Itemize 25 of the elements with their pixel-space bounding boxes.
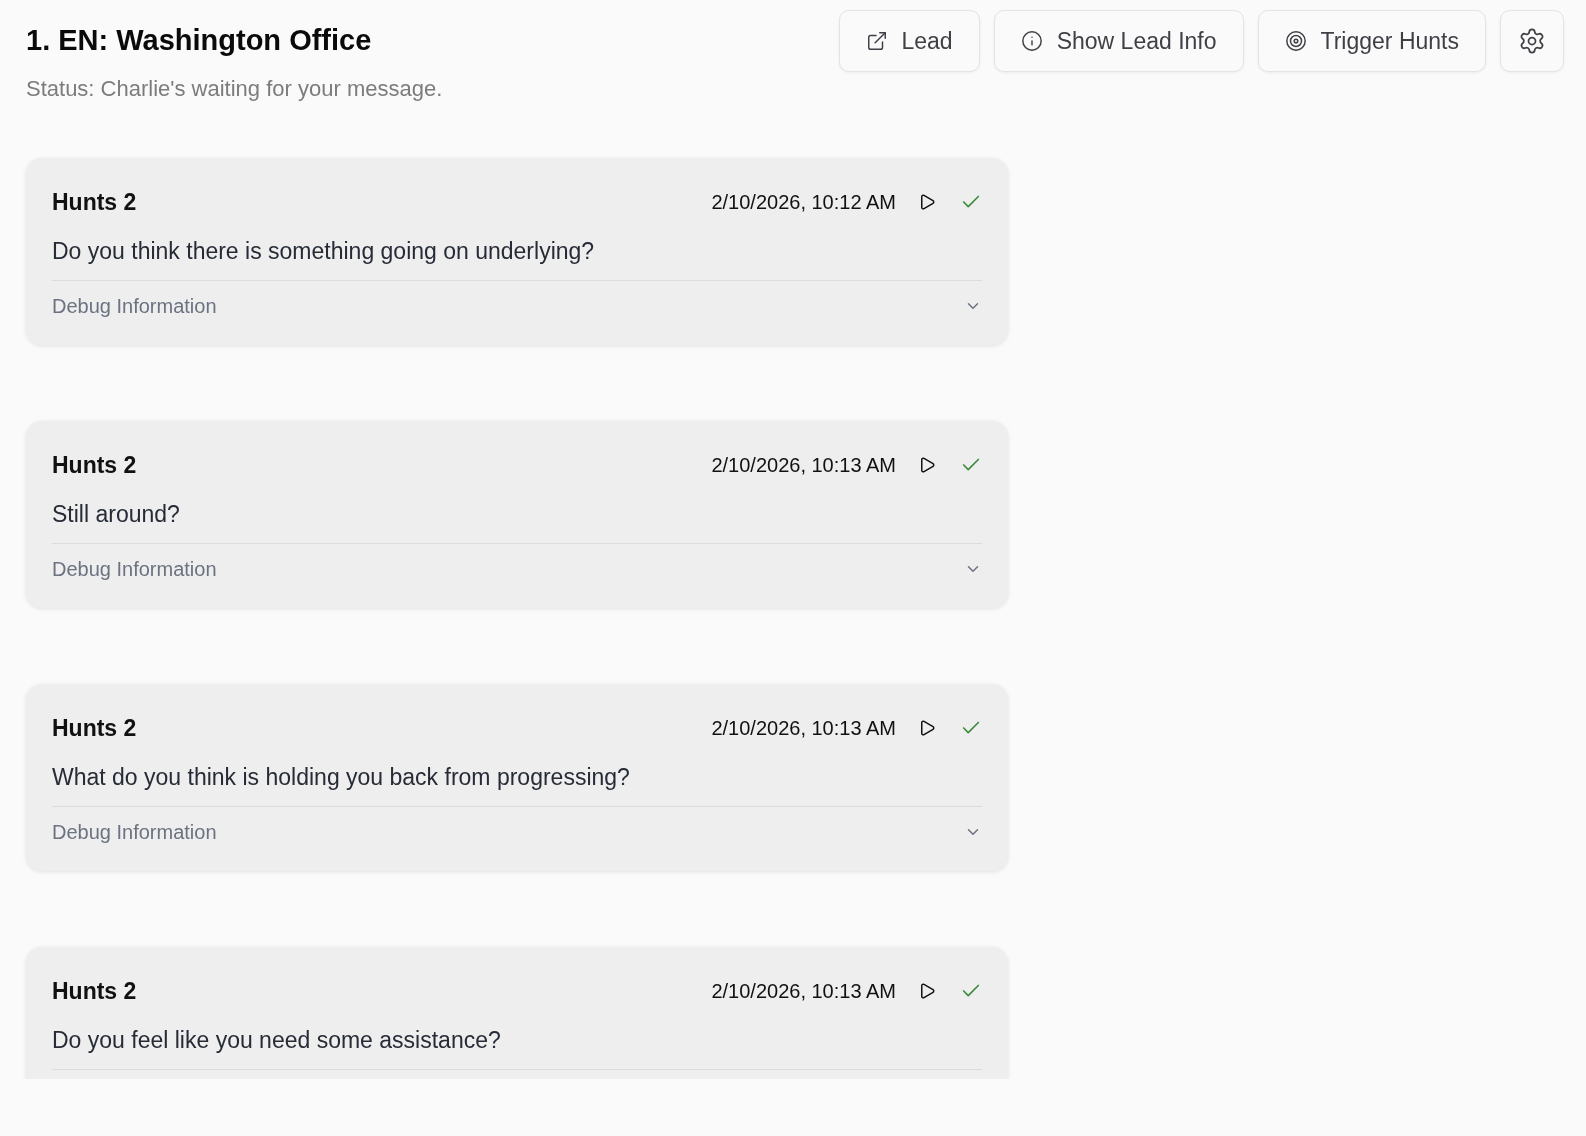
sender-name: Hunts 2 bbox=[52, 188, 137, 216]
message-text: What do you think is holding you back from progressing? bbox=[52, 763, 631, 792]
debug-information-toggle[interactable]: Debug Information bbox=[52, 281, 982, 331]
message-timestamp: 2/10/2026, 10:13 AM bbox=[711, 453, 896, 478]
trigger-hunts-button[interactable]: Trigger Hunts bbox=[1257, 10, 1486, 72]
debug-information-toggle[interactable]: Debug Information bbox=[52, 544, 982, 594]
external-link-icon bbox=[865, 30, 888, 52]
info-icon bbox=[1020, 30, 1043, 52]
message-timestamp: 2/10/2026, 10:12 AM bbox=[711, 190, 896, 215]
debug-information-toggle[interactable]: Debug Information bbox=[52, 807, 982, 857]
sender-name: Hunts 2 bbox=[52, 977, 137, 1005]
sender-name: Hunts 2 bbox=[52, 451, 137, 479]
page-title: 1. EN: Washington Office bbox=[26, 23, 373, 58]
message-text: Do you think there is something going on underlying? bbox=[52, 237, 596, 266]
settings-button[interactable] bbox=[1500, 10, 1564, 72]
message-text: Still around? bbox=[52, 500, 181, 529]
message-text: Do you feel like you need some assistance? bbox=[52, 1026, 502, 1055]
target-icon bbox=[1284, 30, 1307, 52]
message-timestamp: 2/10/2026, 10:13 AM bbox=[711, 979, 896, 1004]
lead-button[interactable]: Lead bbox=[838, 10, 980, 72]
status-text: Status: Charlie's waiting for your message. bbox=[26, 75, 443, 103]
settings-icon bbox=[1518, 27, 1546, 55]
show-lead-info-button[interactable]: Show Lead Info bbox=[993, 10, 1244, 72]
message-timestamp: 2/10/2026, 10:13 AM bbox=[711, 716, 896, 741]
sender-name: Hunts 2 bbox=[52, 714, 137, 742]
